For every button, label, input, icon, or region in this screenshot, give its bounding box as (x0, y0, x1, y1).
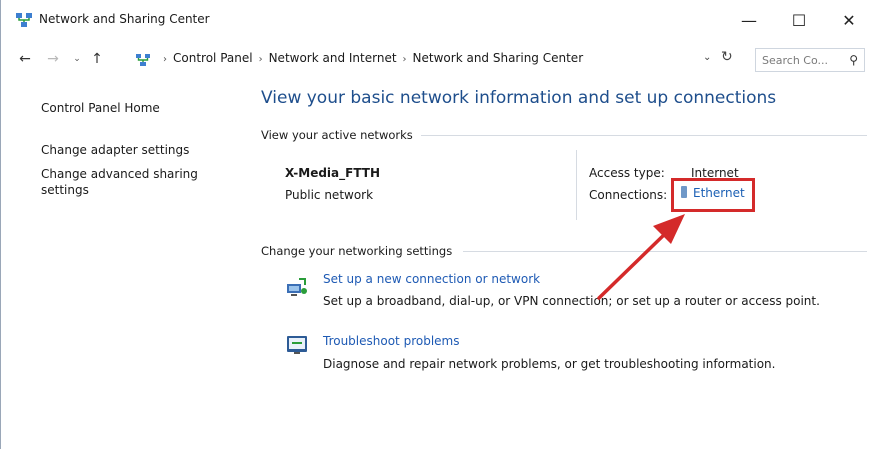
troubleshoot-problems-link[interactable]: Troubleshoot problems (323, 334, 459, 348)
close-button[interactable]: ✕ (829, 6, 869, 34)
main-content: View your basic network information and … (1, 80, 870, 440)
search-input[interactable] (762, 52, 842, 68)
connections-label: Connections: (589, 188, 668, 202)
change-settings-heading: Change your networking settings (261, 244, 453, 258)
breadcrumb-separator: › (402, 54, 407, 65)
annotation-highlight-box (671, 178, 755, 212)
recent-locations-button[interactable]: ⌄ (67, 48, 87, 70)
breadcrumb-separator: › (258, 54, 263, 65)
back-button[interactable]: ← (15, 48, 35, 70)
forward-button[interactable]: → (43, 48, 63, 70)
control-panel-icon (136, 54, 150, 66)
vertical-divider (576, 150, 577, 220)
up-button[interactable]: ↑ (87, 48, 107, 70)
minimize-button[interactable]: — (729, 6, 769, 34)
refresh-button[interactable]: ↻ (721, 49, 733, 65)
breadcrumb-control-panel[interactable]: Control Panel (173, 51, 253, 65)
troubleshoot-description: Diagnose and repair network problems, or… (323, 357, 776, 371)
network-sharing-center-window: Network and Sharing Center — ☐ ✕ ← → ⌄ ↑… (0, 0, 870, 449)
network-center-icon (16, 13, 32, 27)
maximize-button[interactable]: ☐ (779, 6, 819, 34)
page-title: View your basic network information and … (261, 88, 777, 108)
breadcrumb: › Control Panel › Network and Internet › Netw… (157, 51, 583, 65)
section-divider (463, 251, 867, 252)
address-dropdown-button[interactable]: ⌄ (703, 52, 711, 63)
network-category: Public network (285, 188, 374, 202)
window-title: Network and Sharing Center (39, 12, 210, 26)
setup-connection-link[interactable]: Set up a new connection or network (323, 272, 540, 286)
section-divider (421, 135, 867, 136)
breadcrumb-network-sharing-center[interactable]: Network and Sharing Center (413, 51, 584, 65)
troubleshoot-icon (287, 336, 307, 354)
network-setup-icon (287, 278, 307, 296)
setup-connection-description: Set up a broadband, dial-up, or VPN conn… (323, 294, 820, 308)
access-type-label: Access type: (589, 166, 665, 180)
title-bar: Network and Sharing Center — ☐ ✕ (1, 0, 870, 40)
search-icon[interactable]: ⚲ (849, 53, 858, 67)
breadcrumb-network-internet[interactable]: Network and Internet (269, 51, 397, 65)
active-networks-heading: View your active networks (261, 128, 413, 142)
search-box[interactable]: ⚲ (755, 48, 865, 72)
breadcrumb-separator: › (163, 54, 167, 65)
network-name: X-Media_FTTH (285, 166, 381, 180)
address-bar: ← → ⌄ ↑ › Control Panel › Network and Inter… (1, 44, 870, 74)
